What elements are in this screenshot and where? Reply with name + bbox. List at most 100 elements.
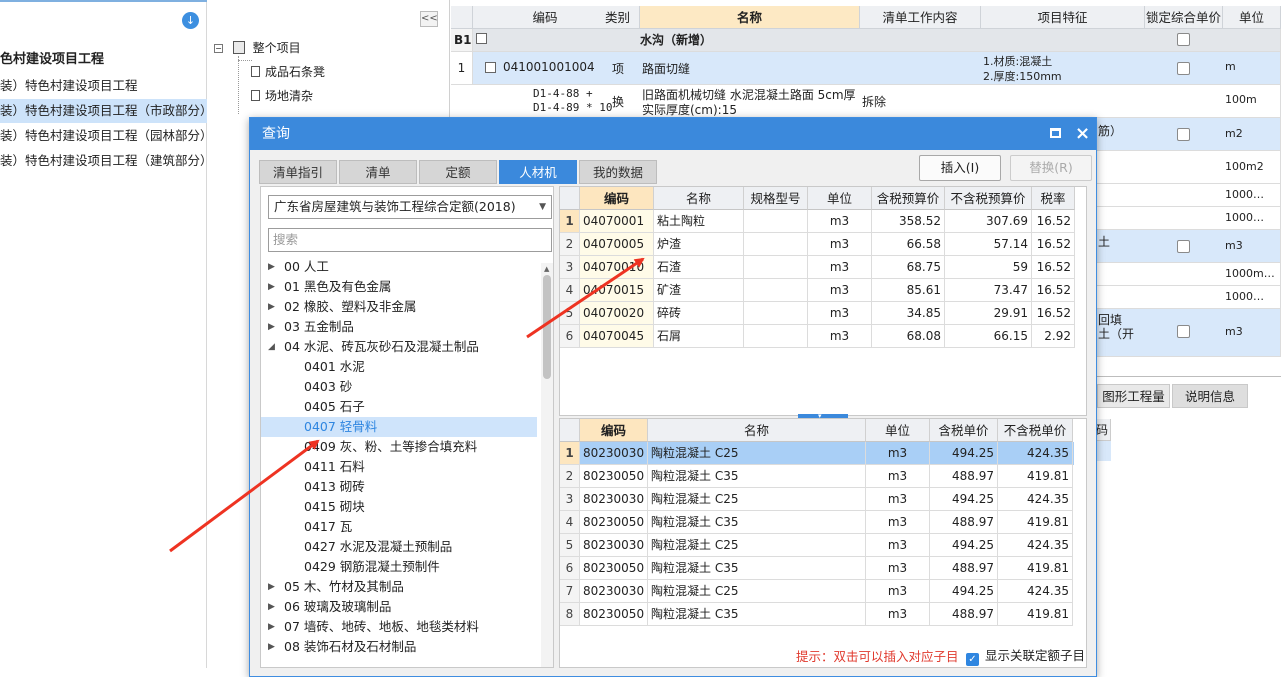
quota-row[interactable]: 4 80230050 陶粒混凝土 C35 m3 488.97 419.81 [560, 511, 1074, 534]
material-row[interactable]: 3 04070010 石渣 m3 68.75 59 16.52 [560, 256, 1076, 279]
row-partial[interactable]: 1000… [1096, 184, 1281, 207]
quota-row[interactable]: 3 80230030 陶粒混凝土 C25 m3 494.25 424.35 [560, 488, 1074, 511]
tree-node[interactable]: 0405 石子 [261, 397, 537, 417]
tree-node[interactable]: 0427 水泥及混凝土预制品 [261, 537, 537, 557]
tree-node[interactable]: 0403 砂 [261, 377, 537, 397]
row-b1[interactable]: 水沟（新增） [473, 29, 1281, 52]
quota-header[interactable]: 编码 [580, 419, 648, 442]
download-icon[interactable]: ↓ [182, 12, 199, 29]
caret-right-icon[interactable]: ▶ [268, 257, 275, 277]
tree-node[interactable]: ◢ 04 水泥、砖瓦灰砂石及混凝土制品 [261, 337, 537, 357]
row-partial[interactable]: 1000… [1096, 286, 1281, 309]
tab-graphic-quantity[interactable]: 图形工程量 [1097, 384, 1170, 408]
caret-right-icon[interactable]: ▶ [268, 597, 275, 617]
col-header-feature[interactable]: 项目特征 [981, 6, 1145, 29]
material-header[interactable]: 单位 [808, 187, 872, 210]
tree-node[interactable]: ▶ 00 人工 [261, 257, 537, 277]
lock-checkbox[interactable] [1177, 62, 1190, 75]
tab-quota[interactable]: 定额 [419, 160, 497, 184]
caret-right-icon[interactable]: ▶ [268, 317, 275, 337]
tree-node[interactable]: 0411 石料 [261, 457, 537, 477]
show-linked-checkbox[interactable]: ✓ 显示关联定额子目 [966, 645, 1085, 666]
lock-checkbox[interactable] [1177, 128, 1190, 141]
tree-node[interactable]: ▶ 01 黑色及有色金属 [261, 277, 537, 297]
material-header[interactable]: 税率 [1032, 187, 1075, 210]
col-header-content[interactable]: 清单工作内容 [860, 6, 981, 29]
quota-row[interactable]: 5 80230030 陶粒混凝土 C25 m3 494.25 424.35 [560, 534, 1074, 557]
tree-node[interactable]: 0417 瓦 [261, 517, 537, 537]
tree-node[interactable]: ▶ 05 木、竹材及其制品 [261, 577, 537, 597]
collapse-box-icon[interactable]: − [214, 44, 223, 53]
tree-node[interactable]: 成品石条凳 [251, 60, 325, 84]
lock-checkbox[interactable] [1177, 325, 1190, 338]
tree-node[interactable]: 0407 轻骨料 [261, 417, 537, 437]
scrollbar-thumb[interactable] [543, 275, 551, 379]
tree-node[interactable]: 0415 砌块 [261, 497, 537, 517]
collapse-box-icon[interactable] [485, 62, 496, 73]
quota-row[interactable]: 2 80230050 陶粒混凝土 C35 m3 488.97 419.81 [560, 465, 1074, 488]
row-partial[interactable]: 100m2 [1096, 151, 1281, 184]
replace-button[interactable]: 替换(R) [1010, 155, 1092, 181]
tree-node[interactable]: 0409 灰、粉、土等掺合填充料 [261, 437, 537, 457]
material-row[interactable]: 4 04070015 矿渣 m3 85.61 73.47 16.52 [560, 279, 1076, 302]
material-header[interactable]: 规格型号 [744, 187, 808, 210]
quota-header[interactable]: 含税单价 [930, 419, 998, 442]
tree-node[interactable]: 0413 砌砖 [261, 477, 537, 497]
material-header[interactable]: 含税预算价 [872, 187, 945, 210]
tab-bill-guide[interactable]: 清单指引 [259, 160, 337, 184]
caret-down-icon[interactable]: ◢ [268, 337, 275, 357]
quota-header[interactable]: 不含税单价 [998, 419, 1073, 442]
project-item[interactable]: 装）特色村建设项目工程 [0, 74, 207, 98]
tab-my-data[interactable]: 我的数据 [579, 160, 657, 184]
caret-right-icon[interactable]: ▶ [268, 617, 275, 637]
col-header-name[interactable]: 名称 [640, 6, 860, 29]
project-item[interactable]: 装）特色村建设项目工程（园林部分） [0, 124, 207, 148]
lock-checkbox[interactable] [1177, 33, 1190, 46]
row-partial[interactable]: 筋） m2 [1096, 118, 1281, 151]
tree-node[interactable]: ▶ 07 墙砖、地砖、地板、地毯类材料 [261, 617, 537, 637]
maximize-icon[interactable] [1050, 128, 1061, 138]
col-header-type[interactable]: 类别 [596, 6, 640, 29]
material-header[interactable]: 编码 [580, 187, 654, 210]
row-partial[interactable]: 土 m3 [1096, 230, 1281, 263]
tree-node[interactable]: ▶ 03 五金制品 [261, 317, 537, 337]
tree-root[interactable]: − 整个项目 [214, 36, 414, 60]
col-header-lock[interactable]: 锁定综合单价 [1145, 6, 1223, 29]
quota-row[interactable]: 7 80230030 陶粒混凝土 C25 m3 494.25 424.35 [560, 580, 1074, 603]
quota-row[interactable]: 1 80230030 陶粒混凝土 C25 m3 494.25 424.35 [560, 442, 1074, 465]
tree-scrollbar[interactable]: ▲ [541, 263, 553, 667]
search-input[interactable]: 搜索 [268, 228, 552, 252]
tree-node[interactable]: ▶ 02 橡胶、塑料及非金属 [261, 297, 537, 317]
tree-node[interactable]: ▶ 06 玻璃及玻璃制品 [261, 597, 537, 617]
caret-right-icon[interactable]: ▶ [268, 577, 275, 597]
material-row[interactable]: 5 04070020 碎砖 m3 34.85 29.91 16.52 [560, 302, 1076, 325]
close-icon[interactable]: × [1075, 121, 1090, 147]
quota-header[interactable]: 名称 [648, 419, 866, 442]
col-header-unit[interactable]: 单位 [1223, 6, 1281, 29]
row-partial[interactable]: 1000… [1096, 207, 1281, 230]
collapse-panel-button[interactable]: << [420, 11, 438, 27]
row-partial[interactable]: 回填 土（开 m3 [1096, 309, 1281, 357]
quota-header[interactable]: 单位 [866, 419, 930, 442]
material-row[interactable]: 1 04070001 粘土陶粒 m3 358.52 307.69 16.52 [560, 210, 1076, 233]
material-header[interactable]: 名称 [654, 187, 744, 210]
caret-right-icon[interactable]: ▶ [268, 637, 275, 657]
lock-checkbox[interactable] [1177, 240, 1190, 253]
tab-bill[interactable]: 清单 [339, 160, 417, 184]
tab-labor-material[interactable]: 人材机 [499, 160, 577, 184]
tree-node[interactable]: 场地清杂 [251, 84, 313, 108]
caret-right-icon[interactable]: ▶ [268, 277, 275, 297]
row-sub[interactable]: D1-4-88 + D1-4-89 * 10 换 旧路面机械切缝 水泥混凝土路面… [473, 85, 1281, 118]
scroll-up-icon[interactable]: ▲ [544, 265, 549, 273]
quota-row[interactable]: 8 80230050 陶粒混凝土 C35 m3 488.97 419.81 [560, 603, 1074, 626]
tree-node[interactable]: 0429 钢筋混凝土预制件 [261, 557, 537, 577]
quota-row[interactable]: 6 80230050 陶粒混凝土 C35 m3 488.97 419.81 [560, 557, 1074, 580]
material-header[interactable]: 不含税预算价 [945, 187, 1032, 210]
quota-library-select[interactable]: 广东省房屋建筑与装饰工程综合定额(2018) ▼ [268, 195, 552, 219]
tree-node[interactable]: ▶ 08 装饰石材及石材制品 [261, 637, 537, 657]
tree-node[interactable]: 0401 水泥 [261, 357, 537, 377]
row-1[interactable]: 041001001004 项 路面切缝 1.材质:混凝土 2.厚度:150mm … [473, 52, 1281, 85]
insert-button[interactable]: 插入(I) [919, 155, 1001, 181]
material-row[interactable]: 2 04070005 炉渣 m3 66.58 57.14 16.52 [560, 233, 1076, 256]
caret-right-icon[interactable]: ▶ [268, 297, 275, 317]
